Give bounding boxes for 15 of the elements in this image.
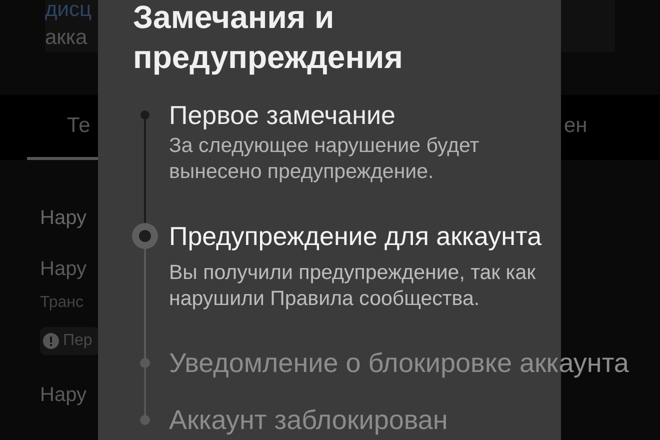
card-text: акка — [45, 25, 88, 51]
item-title: Нару — [40, 383, 86, 408]
tab[interactable]: ен — [524, 95, 588, 160]
item-subtitle: Транс — [40, 293, 84, 313]
step-title: Предупреждение для аккаунта — [169, 222, 543, 250]
step-title: Первое замечание — [169, 101, 396, 129]
step-description: Вы получили предупреждение, так как нарушили Правила сообщества. — [169, 260, 537, 312]
warning-icon — [43, 333, 59, 349]
dialog-title: Замечания и предупреждения — [133, 0, 404, 77]
item-title: Нару — [40, 257, 86, 282]
step-title: Аккаунт заблокирован — [169, 406, 448, 434]
step-description: За следующее нарушение будет вынесено предупреждение. — [169, 133, 480, 185]
step-title: Уведомление о блокировке аккаунта — [169, 349, 629, 377]
card-text: дисц — [45, 0, 92, 23]
section-title: Нару — [40, 206, 86, 231]
